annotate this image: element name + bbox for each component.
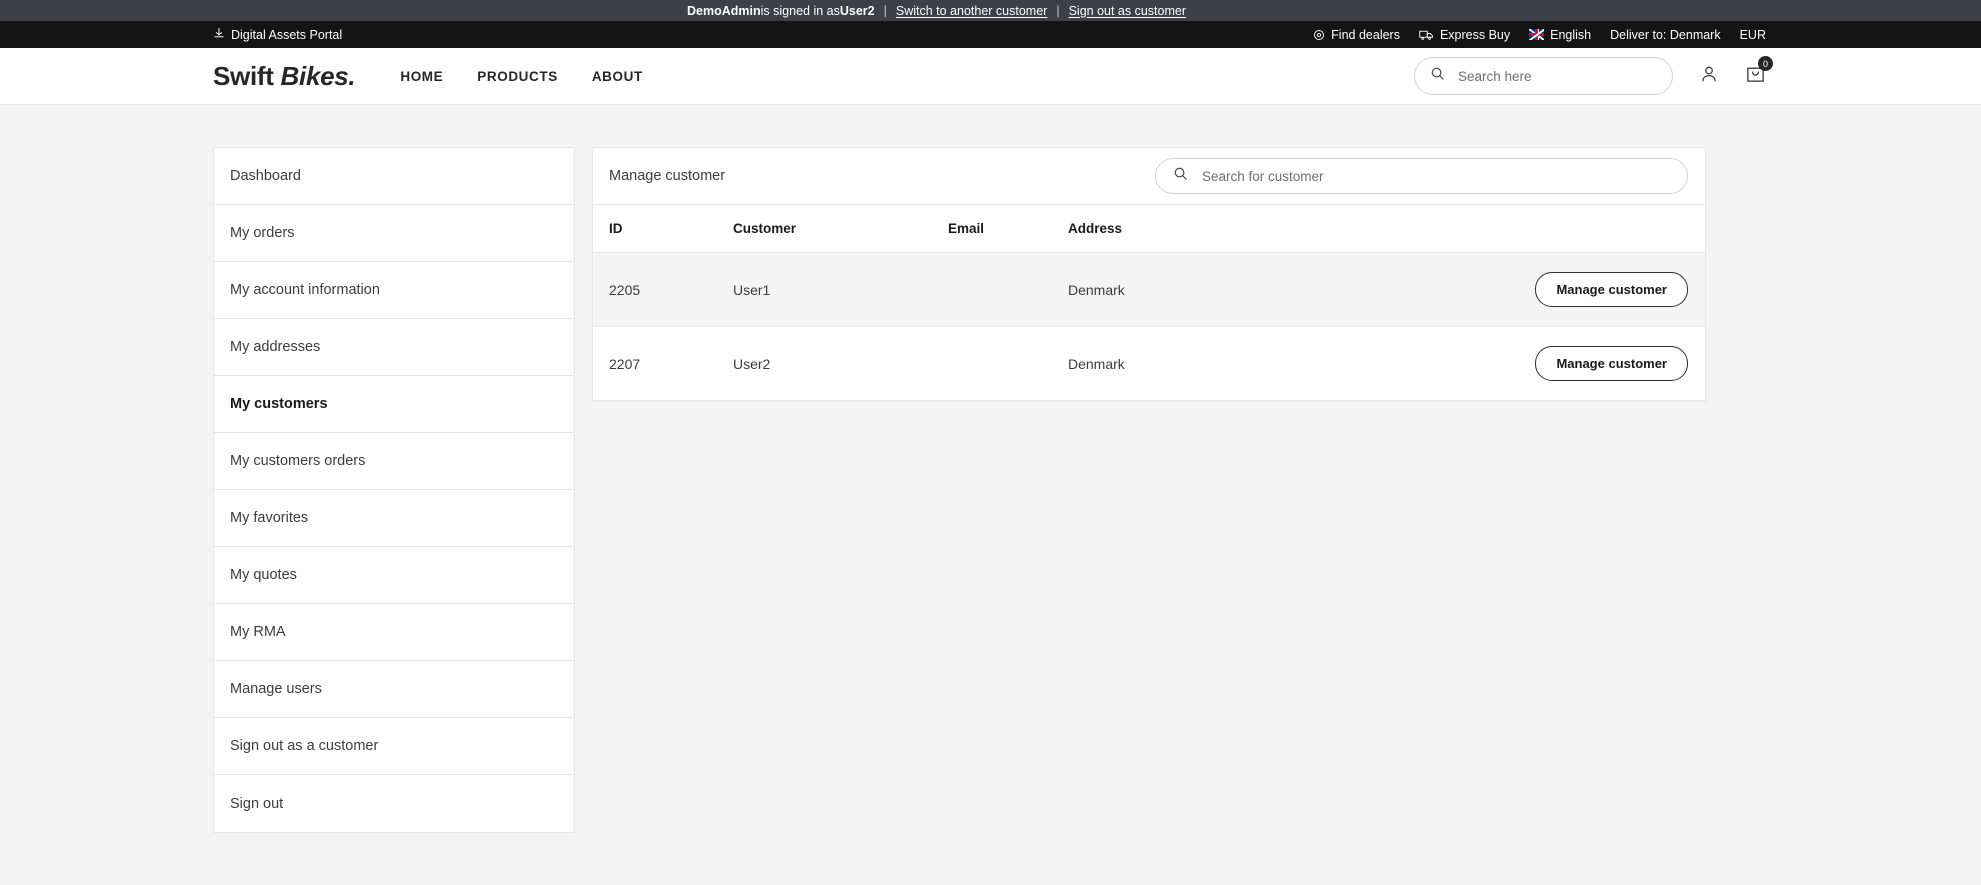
sidebar-item-label: My addresses [230,339,321,355]
cell-email [948,326,1068,401]
page-body: Dashboard My orders My account informati… [0,105,1981,833]
sidebar-item-sign-out-as-a-customer[interactable]: Sign out as a customer [214,718,574,775]
sidebar-item-label: Dashboard [230,168,301,184]
column-header-email: Email [948,205,1068,253]
digital-assets-portal-label: Digital Assets Portal [231,27,343,42]
sidebar-item-label: My favorites [230,510,309,526]
sidebar-item-my-account-information[interactable]: My account information [214,262,574,319]
find-dealers-link[interactable]: Find dealers [1313,28,1400,42]
sidebar-item-label: My orders [230,225,295,241]
sidebar-item-my-orders[interactable]: My orders [214,205,574,262]
express-buy-link[interactable]: Express Buy [1419,28,1510,42]
language-label: English [1550,27,1592,42]
manage-customer-button[interactable]: Manage customer [1535,346,1688,381]
currency-label: EUR [1739,27,1766,42]
sidebar-item-label: Sign out as a customer [230,738,379,754]
deliver-to-label: Deliver to: Denmark [1610,27,1721,42]
currency-selector[interactable]: EUR [1740,28,1766,42]
cell-address: Denmark [1068,252,1398,327]
sidebar-item-my-quotes[interactable]: My quotes [214,547,574,604]
account-button[interactable] [1699,64,1719,89]
cart-button[interactable]: 0 [1745,56,1773,89]
utility-bar: Digital Assets Portal Find dealers Expre… [0,21,1981,48]
sidebar-item-label: My RMA [230,624,286,640]
truck-icon [1419,29,1434,41]
uk-flag-icon [1529,29,1545,40]
language-selector[interactable]: English [1529,28,1591,42]
panel-header: Manage customer [593,148,1705,205]
sidebar-item-label: My quotes [230,567,297,583]
nav-item-products[interactable]: PRODUCTS [477,69,558,84]
sidebar-item-label: Manage users [230,681,322,697]
cart-count-badge: 0 [1758,56,1773,71]
search-icon [1173,166,1188,186]
cell-id: 2205 [593,252,733,327]
site-header: Swift Bikes. HOME PRODUCTS ABOUT Search … [0,48,1981,105]
cell-address: Denmark [1068,326,1398,401]
search-icon [1430,66,1445,86]
location-pin-icon [1313,29,1325,41]
cell-actions: Manage customer [1398,326,1705,401]
sidebar-item-my-customers-orders[interactable]: My customers orders [214,433,574,490]
digital-assets-portal-link[interactable]: Digital Assets Portal [213,27,342,42]
customer-search-input[interactable] [1202,168,1670,184]
admin-bar-separator-2: | [1056,3,1060,18]
cell-email [948,252,1068,327]
logo-word-bikes: Bikes. [280,60,356,91]
cell-customer: User2 [733,326,948,401]
admin-impersonation-bar: DemoAdmin is signed in as User2 | Switch… [0,0,1981,21]
table-header: ID Customer Email Address [593,205,1705,253]
sidebar-item-my-favorites[interactable]: My favorites [214,490,574,547]
sidebar-item-my-addresses[interactable]: My addresses [214,319,574,376]
sidebar-item-manage-users[interactable]: Manage users [214,661,574,718]
table-header-row: ID Customer Email Address [593,205,1705,253]
user-icon [1699,64,1719,89]
admin-name: DemoAdmin [687,3,761,18]
manage-customer-button[interactable]: Manage customer [1535,272,1688,307]
switch-customer-link[interactable]: Switch to another customer [896,4,1047,18]
site-logo[interactable]: Swift Bikes. [213,60,356,92]
deliver-to-selector[interactable]: Deliver to: Denmark [1610,28,1720,42]
impersonated-customer-name: User2 [839,3,875,18]
sidebar-item-label: My customers [230,396,328,412]
sign-out-as-customer-link[interactable]: Sign out as customer [1069,4,1186,18]
find-dealers-label: Find dealers [1331,27,1400,42]
signed-in-text: is signed in as [760,3,840,18]
site-search[interactable] [1414,57,1673,95]
customer-search[interactable] [1155,158,1688,194]
cell-id: 2207 [593,326,733,401]
sidebar-item-label: My customers orders [230,453,366,469]
nav-item-about[interactable]: ABOUT [592,69,643,84]
account-sidebar: Dashboard My orders My account informati… [213,147,575,833]
search-input[interactable] [1458,68,1657,84]
sidebar-item-my-customers[interactable]: My customers [214,376,574,433]
utility-bar-right-group: Find dealers Express Buy English Deliver… [1313,28,1766,42]
sidebar-item-sign-out[interactable]: Sign out [214,775,574,832]
manage-customer-panel: Manage customer ID Customer Email Addres… [592,147,1706,402]
cell-actions: Manage customer [1398,252,1705,327]
sidebar-item-dashboard[interactable]: Dashboard [214,148,574,205]
sidebar-item-my-rma[interactable]: My RMA [214,604,574,661]
cell-customer: User1 [733,252,948,327]
header-right-group: 0 [1414,56,1773,95]
customers-table: ID Customer Email Address 2205 User1 Den… [593,205,1705,401]
logo-word-swift: Swift [213,60,274,91]
column-header-customer: Customer [733,205,948,253]
column-header-id: ID [593,205,733,253]
page-title: Manage customer [609,168,726,184]
table-body: 2205 User1 Denmark Manage customer 2207 … [593,252,1705,401]
admin-bar-separator-1: | [883,3,887,18]
sidebar-item-label: Sign out [230,795,284,812]
table-row[interactable]: 2207 User2 Denmark Manage customer [593,326,1705,401]
main-navigation: HOME PRODUCTS ABOUT [400,69,642,84]
download-icon [213,27,225,42]
column-header-address: Address [1068,205,1398,253]
table-row[interactable]: 2205 User1 Denmark Manage customer [593,252,1705,327]
column-header-actions [1398,205,1705,253]
nav-item-home[interactable]: HOME [400,69,443,84]
express-buy-label: Express Buy [1439,27,1511,42]
sidebar-item-label: My account information [230,282,380,298]
